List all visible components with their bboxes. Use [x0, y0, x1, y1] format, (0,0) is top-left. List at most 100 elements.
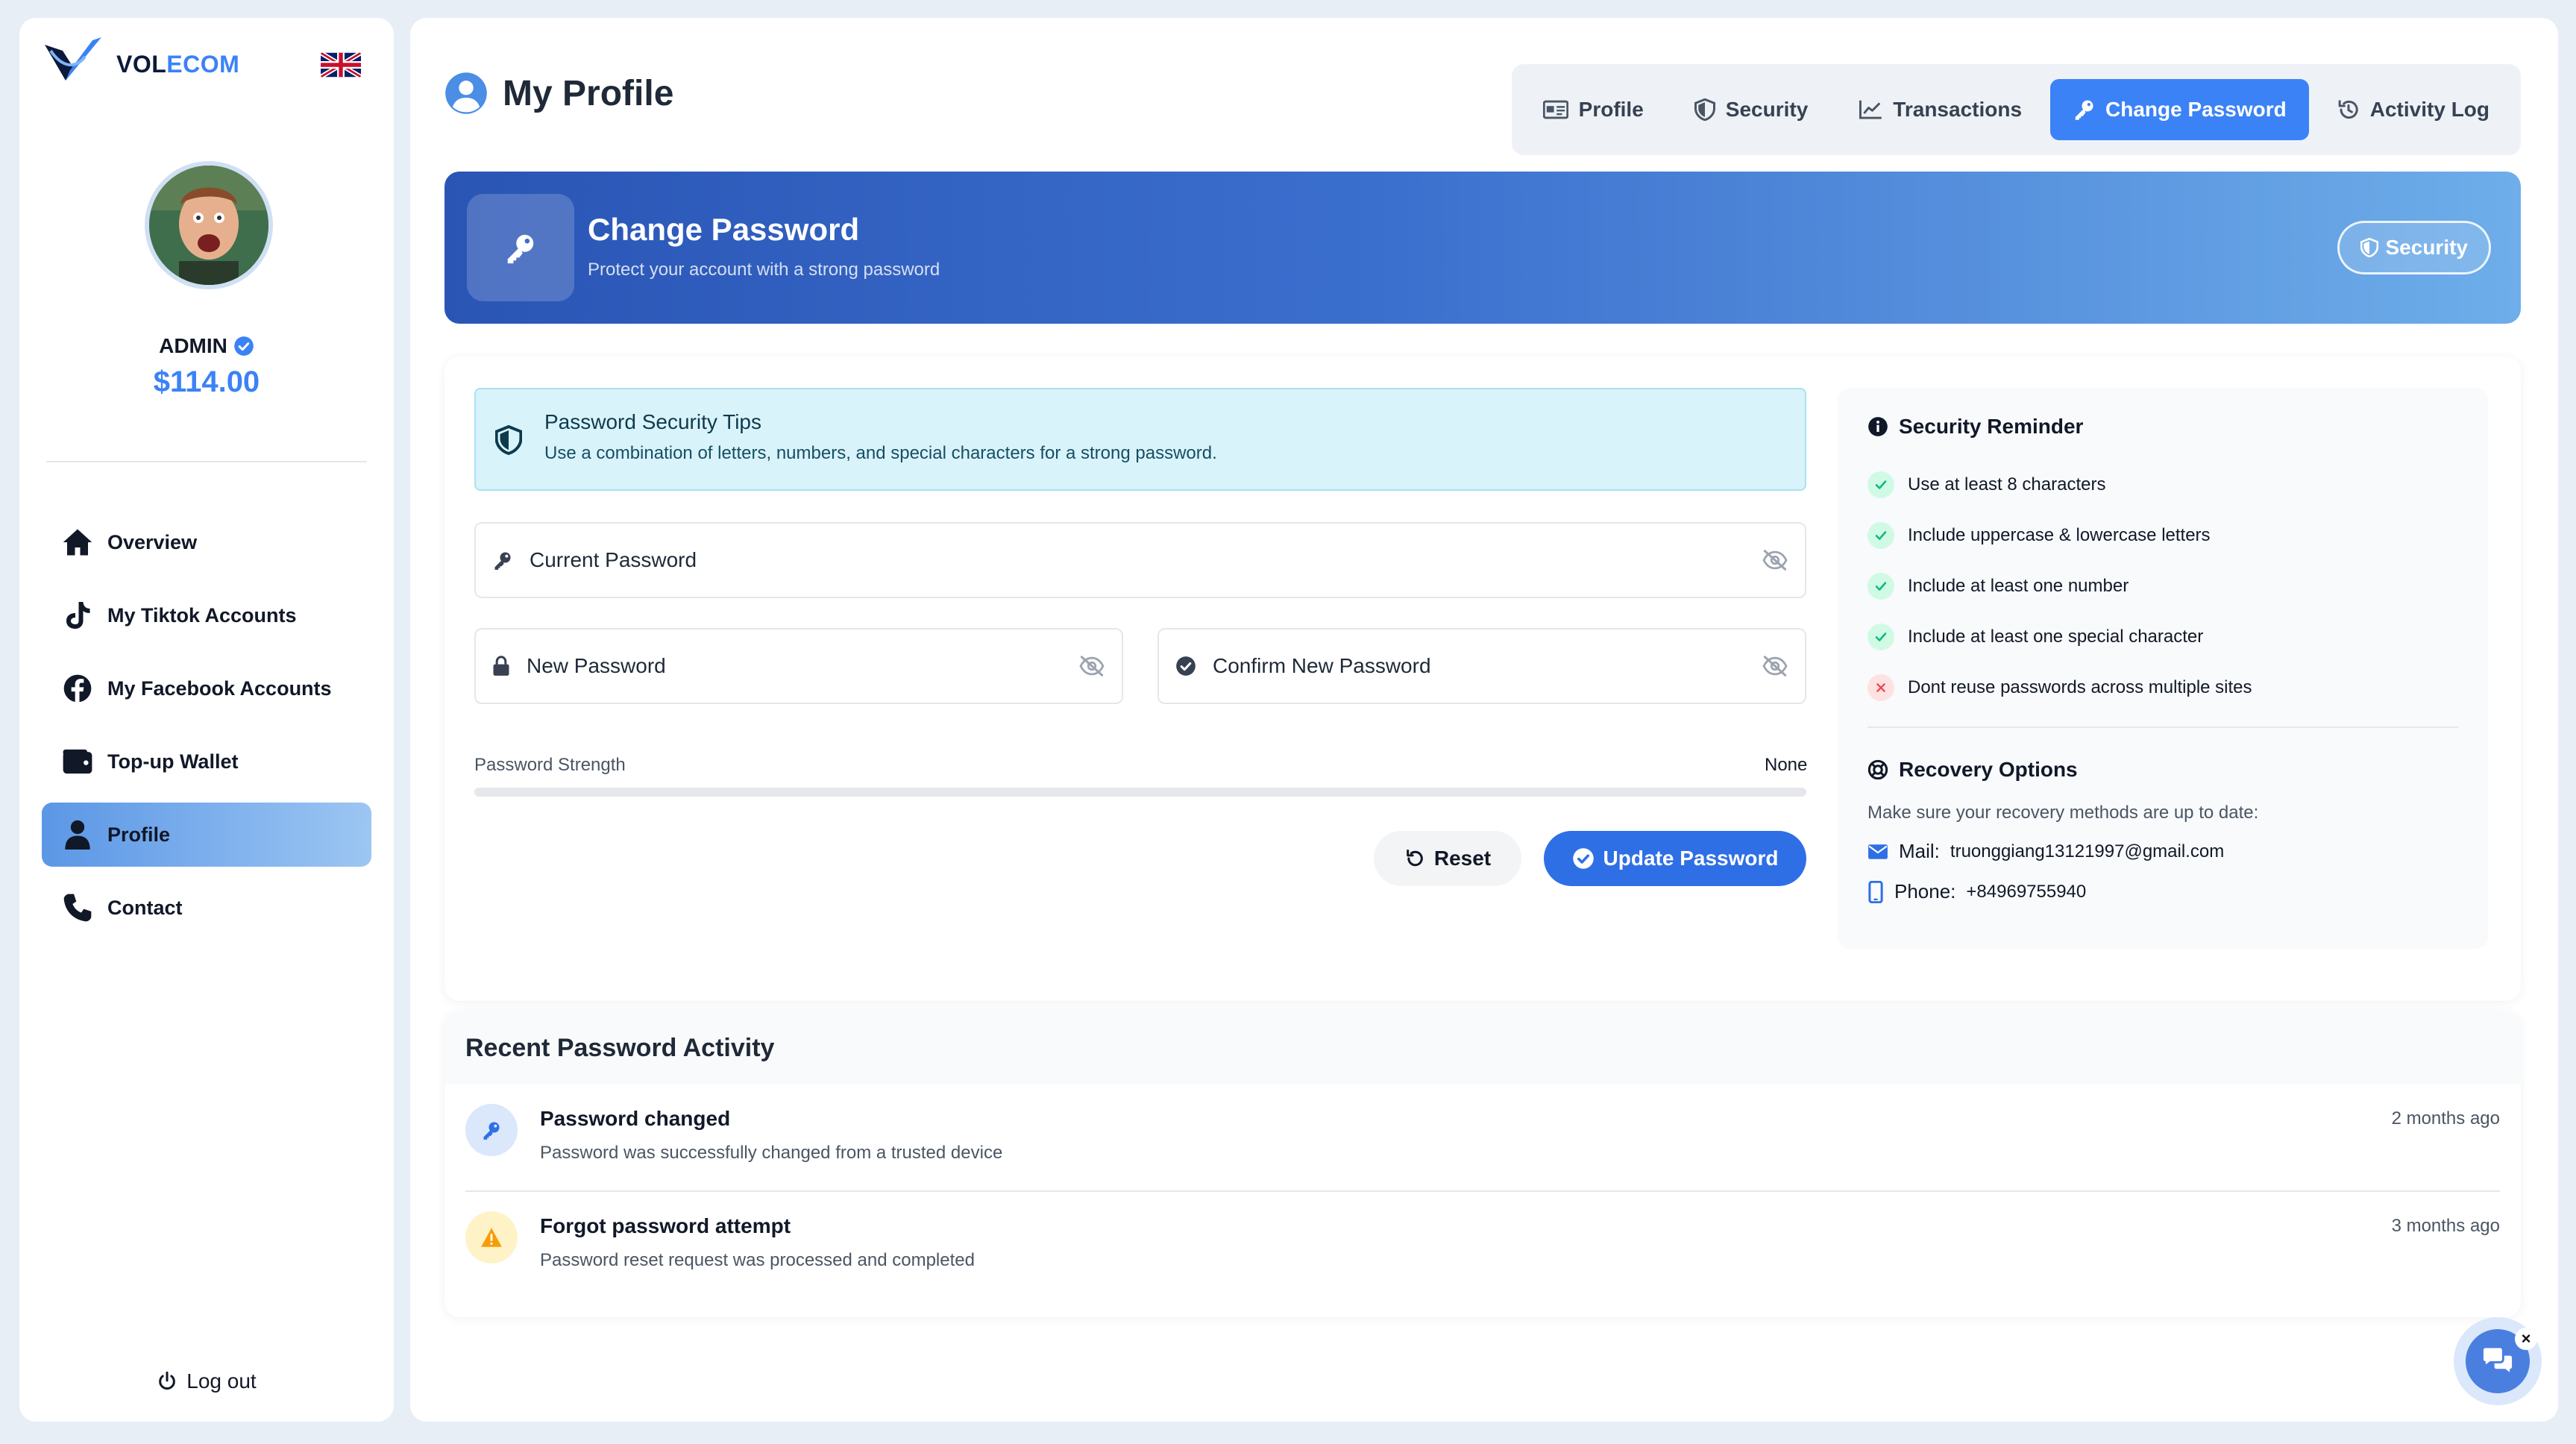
confirm-password-field[interactable]: Confirm New Password — [1157, 628, 1806, 704]
list-item: Include at least one special character — [1867, 612, 2252, 662]
check-icon — [1867, 471, 1894, 498]
list-item: Include at least one number — [1867, 561, 2252, 612]
eye-slash-icon[interactable] — [1762, 549, 1788, 571]
life-ring-icon — [1867, 759, 1888, 780]
facebook-icon — [61, 672, 94, 705]
sidebar-item-label: Overview — [107, 530, 198, 553]
sidebar-item-label: Contact — [107, 896, 183, 919]
logout-button[interactable]: Log out — [19, 1369, 394, 1393]
power-icon — [159, 1371, 176, 1390]
current-password-field[interactable]: Current Password — [474, 522, 1806, 598]
activity-title: Recent Password Activity — [444, 1011, 2521, 1084]
divider — [1867, 726, 2458, 728]
id-card-icon — [1542, 100, 1568, 119]
password-strength-label: Password Strength — [474, 755, 626, 775]
security-reminder-list: Use at least 8 characters Include upperc… — [1867, 459, 2252, 713]
list-item: Dont reuse passwords across multiple sit… — [1867, 662, 2252, 713]
sidebar-item-facebook[interactable]: My Facebook Accounts — [42, 656, 371, 721]
phone-icon — [61, 891, 94, 924]
key-icon — [2075, 100, 2093, 120]
tips-text: Use a combination of letters, numbers, a… — [544, 443, 1217, 463]
tiktok-icon — [61, 599, 94, 632]
current-password-placeholder: Current Password — [530, 548, 697, 571]
history-icon — [2338, 100, 2358, 119]
tab-profile[interactable]: Profile — [1521, 79, 1666, 140]
recovery-mail: Mail: truonggiang13121997@gmail.com — [1867, 840, 2224, 863]
main-panel: My Profile Profile Security Transactions… — [410, 18, 2558, 1422]
sidebar-item-label: Top-up Wallet — [107, 750, 239, 773]
change-password-card: Password Security Tips Use a combination… — [444, 357, 2521, 1001]
sidebar-item-label: My Tiktok Accounts — [107, 603, 297, 627]
recent-password-activity: Recent Password Activity Password change… — [444, 1011, 2521, 1317]
wallet-icon — [61, 745, 94, 778]
close-chat-button[interactable]: × — [2515, 1328, 2537, 1350]
check-circle-icon — [1572, 848, 1594, 869]
recovery-phone-value: +84969755940 — [1966, 881, 2087, 902]
reset-button[interactable]: Reset — [1374, 831, 1521, 886]
tab-change-password[interactable]: Change Password — [2050, 79, 2309, 140]
list-item: Password changed Password was successful… — [465, 1084, 2500, 1192]
sidebar-item-profile[interactable]: Profile — [42, 803, 371, 867]
sidebar-item-tiktok[interactable]: My Tiktok Accounts — [42, 583, 371, 647]
sidebar-item-overview[interactable]: Overview — [42, 510, 371, 574]
uk-flag-icon[interactable] — [321, 52, 361, 78]
key-icon — [467, 194, 574, 301]
page-title: My Profile — [444, 72, 673, 115]
security-reminder-title: Security Reminder — [1867, 415, 2083, 439]
info-icon — [1868, 417, 1888, 436]
banner-subtitle: Protect your account with a strong passw… — [588, 260, 940, 280]
avatar[interactable] — [145, 161, 273, 289]
security-badge: Security — [2337, 221, 2491, 274]
key-icon — [465, 1104, 518, 1156]
shield-icon — [1694, 98, 1715, 121]
list-item: Forgot password attempt Password reset r… — [465, 1192, 2500, 1299]
eye-slash-icon[interactable] — [1762, 655, 1788, 677]
divider — [46, 461, 367, 462]
new-password-field[interactable]: New Password — [474, 628, 1123, 704]
chart-line-icon — [1859, 100, 1882, 119]
banner-title: Change Password — [588, 212, 860, 247]
sidebar-item-topup-wallet[interactable]: Top-up Wallet — [42, 729, 371, 794]
sidebar: VOLECOM ADMIN $114.00 Overview My Tiktok… — [19, 18, 394, 1422]
warning-icon — [465, 1211, 518, 1264]
update-password-button[interactable]: Update Password — [1544, 831, 1806, 886]
profile-tabs: Profile Security Transactions Change Pas… — [1511, 64, 2521, 155]
x-icon — [1867, 674, 1894, 701]
new-password-placeholder: New Password — [527, 654, 666, 677]
check-circle-icon — [1176, 656, 1196, 676]
wallet-balance: $114.00 — [153, 365, 260, 398]
shield-icon — [2360, 238, 2378, 257]
shield-icon — [495, 425, 522, 455]
volecom-logo-icon — [45, 37, 101, 81]
recovery-mail-value: truonggiang13121997@gmail.com — [1950, 841, 2225, 861]
change-password-banner: Change Password Protect your account wit… — [444, 172, 2521, 324]
undo-icon — [1407, 849, 1423, 867]
sidebar-item-label: Profile — [107, 823, 171, 846]
verified-badge-icon — [234, 336, 254, 356]
envelope-icon — [1868, 844, 1888, 859]
tab-transactions[interactable]: Transactions — [1836, 79, 2044, 140]
confirm-password-placeholder: Confirm New Password — [1213, 654, 1431, 677]
sidebar-item-label: My Facebook Accounts — [107, 677, 332, 700]
sidebar-item-contact[interactable]: Contact — [42, 876, 371, 940]
lock-icon — [493, 656, 509, 676]
activity-time: 2 months ago — [2391, 1108, 2500, 1128]
recovery-options-title: Recovery Options — [1867, 758, 2078, 782]
user-icon — [61, 818, 94, 851]
user-circle-icon — [445, 72, 487, 114]
tab-activity-log[interactable]: Activity Log — [2315, 79, 2512, 140]
check-icon — [1867, 573, 1894, 600]
chat-button[interactable]: × — [2454, 1317, 2542, 1405]
brand-name: VOLECOM — [116, 50, 240, 78]
password-strength-bar — [474, 788, 1806, 797]
list-item: Use at least 8 characters — [1867, 459, 2252, 510]
key-icon — [494, 552, 511, 570]
security-reminder-panel: Security Reminder Use at least 8 charact… — [1838, 388, 2488, 949]
brand[interactable]: VOLECOM — [40, 34, 239, 94]
eye-slash-icon[interactable] — [1078, 655, 1105, 677]
list-item: Include uppercase & lowercase letters — [1867, 510, 2252, 561]
recovery-description: Make sure your recovery methods are up t… — [1867, 803, 2259, 823]
mobile-phone-icon — [1868, 880, 1883, 903]
tips-title: Password Security Tips — [544, 410, 761, 433]
tab-security[interactable]: Security — [1672, 79, 1831, 140]
